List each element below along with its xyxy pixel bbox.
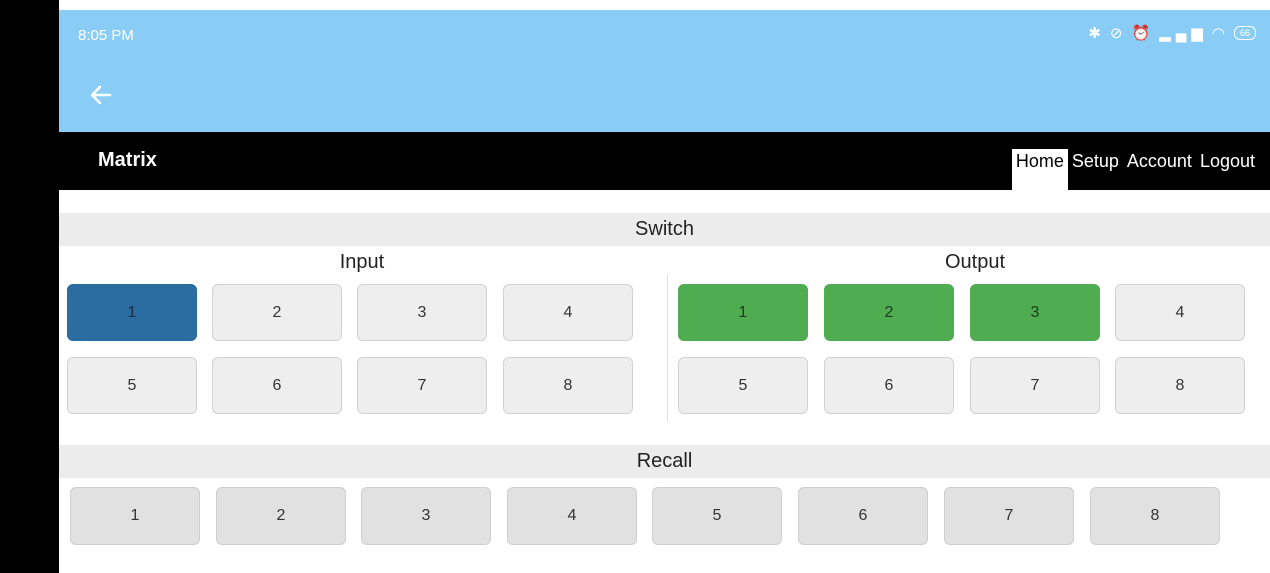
recall-button-5[interactable]: 5 (652, 487, 782, 545)
input-button-6[interactable]: 6 (212, 357, 342, 414)
nav-account[interactable]: Account (1123, 149, 1196, 190)
input-button-1[interactable]: 1 (67, 284, 197, 341)
output-button-1[interactable]: 1 (678, 284, 808, 341)
output-button-3[interactable]: 3 (970, 284, 1100, 341)
input-button-4[interactable]: 4 (503, 284, 633, 341)
status-icons: ✱ ⊘ ⏰ ▂▄▆ ◠ 66 (1088, 24, 1256, 42)
output-button-2[interactable]: 2 (824, 284, 954, 341)
app-header: 8:05 PM ✱ ⊘ ⏰ ▂▄▆ ◠ 66 (59, 10, 1270, 132)
output-button-7[interactable]: 7 (970, 357, 1100, 414)
input-button-3[interactable]: 3 (357, 284, 487, 341)
alarm-icon: ⏰ (1131, 25, 1156, 42)
input-button-5[interactable]: 5 (67, 357, 197, 414)
recall-button-3[interactable]: 3 (361, 487, 491, 545)
input-button-8[interactable]: 8 (503, 357, 633, 414)
left-black-bar (0, 0, 59, 573)
output-button-4[interactable]: 4 (1115, 284, 1245, 341)
wifi-icon: ◠ (1211, 25, 1230, 42)
top-strip (59, 0, 1270, 10)
input-button-2[interactable]: 2 (212, 284, 342, 341)
recall-section-title: Recall (59, 445, 1270, 478)
input-title: Input (339, 251, 385, 273)
nav-setup[interactable]: Setup (1068, 149, 1123, 190)
back-arrow-icon[interactable] (86, 80, 116, 110)
recall-button-6[interactable]: 6 (798, 487, 928, 545)
switch-section-title: Switch (59, 213, 1270, 246)
brand-title: Matrix (98, 149, 157, 171)
battery-icon: 66 (1233, 26, 1256, 40)
recall-button-2[interactable]: 2 (216, 487, 346, 545)
output-button-5[interactable]: 5 (678, 357, 808, 414)
top-navbar: Matrix Home Setup Account Logout (59, 132, 1270, 190)
recall-button-1[interactable]: 1 (70, 487, 200, 545)
output-button-8[interactable]: 8 (1115, 357, 1245, 414)
mute-icon: ⊘ (1109, 25, 1128, 42)
output-title: Output (944, 251, 1006, 273)
recall-button-4[interactable]: 4 (507, 487, 637, 545)
bluetooth-icon: ✱ (1088, 25, 1106, 42)
nav-home[interactable]: Home (1011, 149, 1068, 190)
output-button-6[interactable]: 6 (824, 357, 954, 414)
signal-icon: ▂▄▆ (1159, 25, 1208, 42)
nav-menu: Home Setup Account Logout (1011, 149, 1259, 190)
column-divider (667, 274, 668, 422)
recall-button-7[interactable]: 7 (944, 487, 1074, 545)
input-button-7[interactable]: 7 (357, 357, 487, 414)
status-time: 8:05 PM (78, 27, 134, 44)
nav-logout[interactable]: Logout (1196, 149, 1259, 190)
recall-button-8[interactable]: 8 (1090, 487, 1220, 545)
